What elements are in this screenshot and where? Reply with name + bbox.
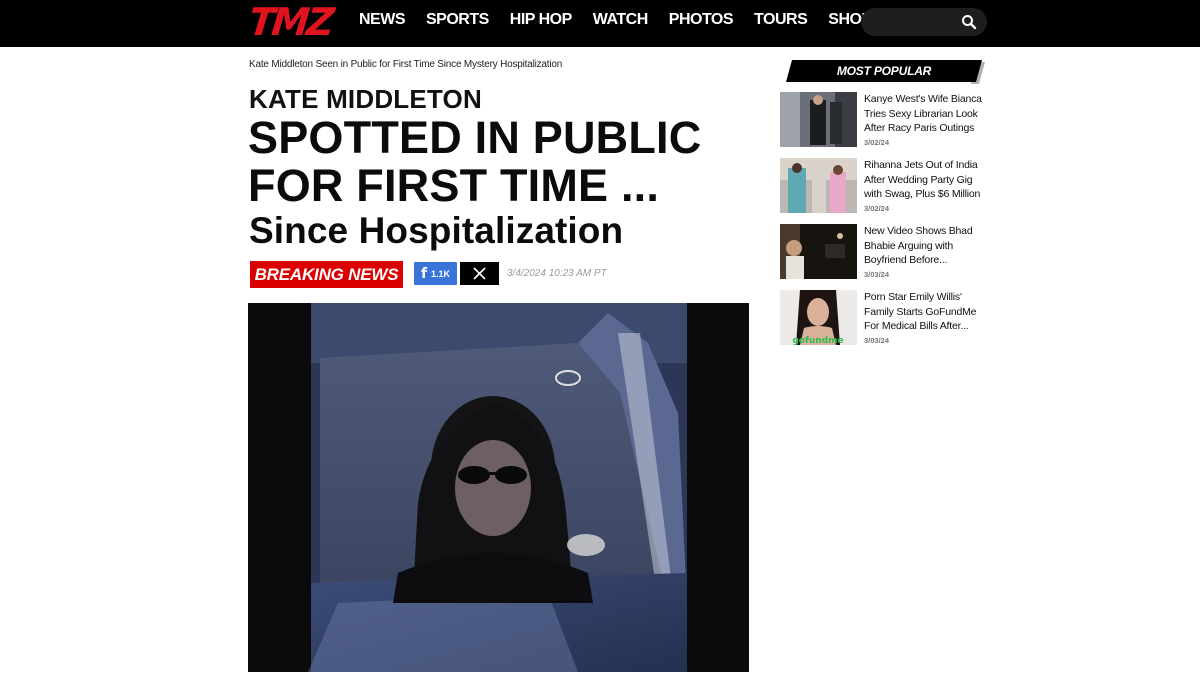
search-icon[interactable] — [961, 14, 977, 30]
popular-thumb-image-3 — [780, 224, 857, 279]
popular-title-3[interactable]: New Video Shows Bhad Bhabie Arguing with… — [864, 224, 986, 268]
facebook-icon: f — [420, 265, 428, 282]
search-input[interactable] — [861, 8, 987, 36]
headline-line-2: FOR FIRST TIME ... — [248, 160, 660, 211]
facebook-share-button[interactable]: f 1.1K — [414, 262, 457, 285]
facebook-share-count: 1.1K — [431, 268, 451, 279]
popular-date-1: 3/02/24 — [864, 138, 890, 147]
nav-photos[interactable]: PHOTOS — [669, 11, 734, 29]
most-popular-header: MOST POPULAR — [786, 60, 985, 84]
popular-date-2: 3/02/24 — [864, 204, 890, 213]
main-nav: NEWS SPORTS HIP HOP WATCH PHOTOS TOURS S… — [359, 0, 893, 40]
popular-item-3[interactable]: New Video Shows Bhad Bhabie Arguing with… — [780, 224, 986, 280]
headline-line-1: SPOTTED IN PUBLIC — [248, 112, 702, 163]
nav-watch[interactable]: WATCH — [593, 11, 648, 29]
popular-item-2[interactable]: Rihanna Jets Out of India After Wedding … — [780, 158, 986, 214]
nav-sports[interactable]: SPORTS — [426, 11, 489, 29]
popular-date-4: 3/03/24 — [864, 336, 890, 345]
nav-news[interactable]: NEWS — [359, 11, 406, 29]
popular-thumb-image-2 — [780, 158, 857, 213]
most-popular-title: MOST POPULAR — [836, 64, 932, 78]
hero-photo[interactable] — [248, 303, 749, 672]
nav-tours[interactable]: TOURS — [754, 11, 808, 29]
x-icon — [473, 267, 486, 280]
popular-title-1[interactable]: Kanye West's Wife Bianca Tries Sexy Libr… — [864, 92, 986, 136]
popular-date-3: 3/03/24 — [864, 270, 890, 279]
article-date: 3/4/2024 10:23 AM PT — [507, 268, 607, 279]
tmz-logo[interactable]: TMZ — [247, 0, 334, 44]
article-kicker: KATE MIDDLETON — [249, 84, 482, 114]
popular-title-4[interactable]: Porn Star Emily Willis' Family Starts Go… — [864, 290, 986, 334]
popular-title-2[interactable]: Rihanna Jets Out of India After Wedding … — [864, 158, 986, 202]
popular-item-4[interactable]: gofundme Porn Star Emily Willis' Family … — [780, 290, 986, 346]
popular-thumb-1[interactable] — [780, 92, 857, 147]
x-share-button[interactable] — [460, 262, 499, 285]
gofundme-logo: gofundme — [792, 336, 843, 345]
popular-thumb-3[interactable] — [780, 224, 857, 279]
popular-thumb-2[interactable] — [780, 158, 857, 213]
popular-item-1[interactable]: Kanye West's Wife Bianca Tries Sexy Libr… — [780, 92, 986, 148]
article-subhead: Since Hospitalization — [249, 210, 624, 251]
breaking-news-badge: BREAKING NEWS — [250, 261, 403, 288]
breadcrumb[interactable]: Kate Middleton Seen in Public for First … — [249, 59, 562, 70]
top-bar: TMZ NEWS SPORTS HIP HOP WATCH PHOTOS TOU… — [0, 0, 1200, 47]
article-headline: SPOTTED IN PUBLIC FOR FIRST TIME ... — [248, 114, 768, 210]
nav-hip-hop[interactable]: HIP HOP — [510, 11, 573, 29]
popular-thumb-4[interactable]: gofundme — [780, 290, 857, 345]
popular-thumb-image-1 — [780, 92, 857, 147]
hero-photo-image — [248, 303, 749, 672]
popular-thumb-image-4: gofundme — [780, 290, 857, 345]
